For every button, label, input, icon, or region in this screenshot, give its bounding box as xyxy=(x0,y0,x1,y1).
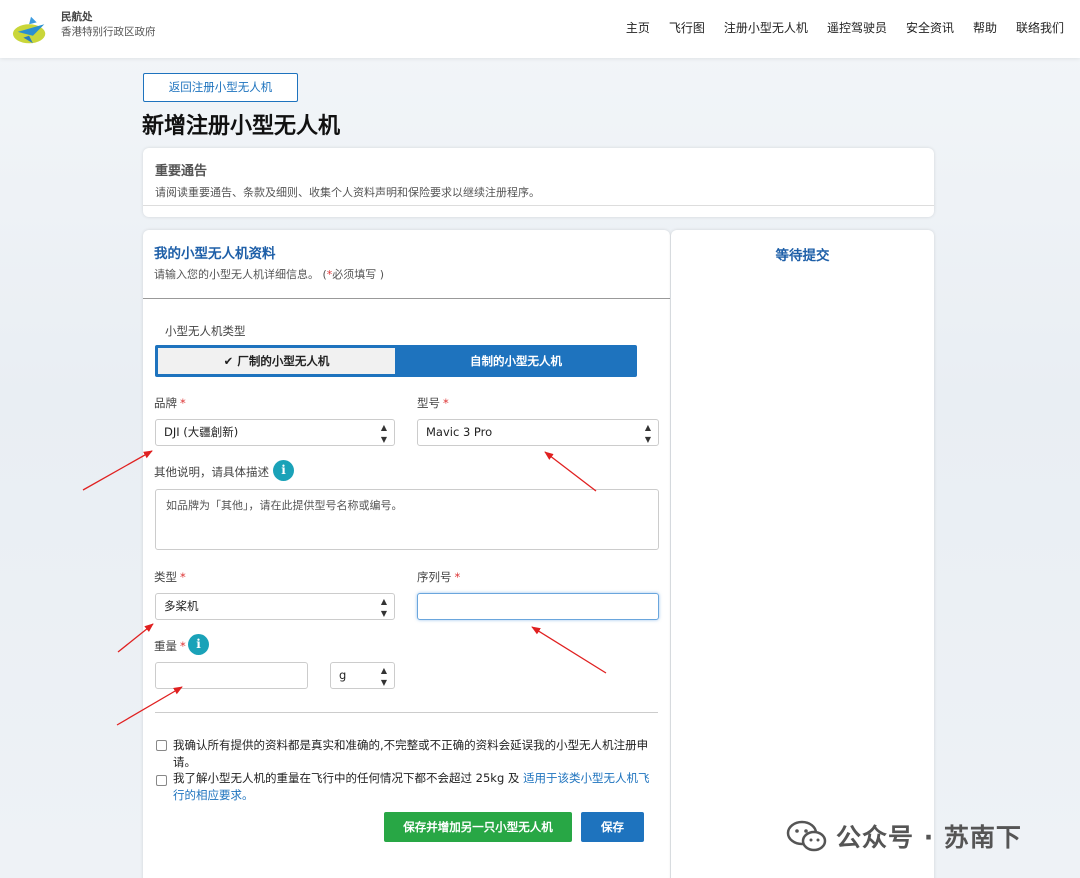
serial-number-label: 序列号 * xyxy=(417,569,460,585)
wechat-watermark: 公众号 · 苏南下 xyxy=(786,818,1022,854)
brand-label: 品牌 * xyxy=(154,395,186,411)
other-description-label: 其他说明，请具体描述 xyxy=(154,465,269,479)
toggle-manufactured[interactable]: ✔ 厂制的小型无人机 xyxy=(158,348,395,374)
required-star: * xyxy=(454,570,461,584)
nav-flight-map[interactable]: 飞行图 xyxy=(669,19,705,36)
weight-unit-select[interactable]: g ▲ ▼ xyxy=(330,662,395,689)
org-subtitle: 香港特别行政区政府 xyxy=(61,26,156,38)
category-label: 类型 * xyxy=(154,569,186,585)
model-label: 型号 * xyxy=(417,395,449,411)
weight-input[interactable] xyxy=(155,662,308,689)
nav-contact[interactable]: 联络我们 xyxy=(1016,19,1064,36)
brand-select[interactable]: DJI (大疆創新) ▲ ▼ xyxy=(155,419,395,446)
nav-safety-info[interactable]: 安全资讯 xyxy=(906,19,954,36)
page-title: 新增注册小型无人机 xyxy=(142,114,341,139)
brand-label-text: 品牌 xyxy=(154,396,177,410)
confirm-accuracy-checkbox[interactable] xyxy=(156,740,167,751)
category-label-text: 类型 xyxy=(154,570,177,584)
form-section-divider xyxy=(155,712,658,713)
org-name: 民航处 xyxy=(61,11,93,23)
required-star: * xyxy=(180,639,186,653)
form-subtitle-suffix: 必须填写 ) xyxy=(332,268,385,281)
sort-arrows-icon: ▲ ▼ xyxy=(380,666,387,687)
save-button[interactable]: 保存 xyxy=(581,812,644,842)
check-icon: ✔ xyxy=(223,354,234,368)
wechat-icon xyxy=(786,820,827,852)
main-nav: 主页 飞行图 注册小型无人机 遥控驾驶员 安全资讯 帮助 联络我们 xyxy=(626,19,1064,36)
form-subtitle-prefix: 请输入您的小型无人机详细信息。 ( xyxy=(154,268,327,281)
save-and-add-another-button[interactable]: 保存并增加另一只小型无人机 xyxy=(384,812,572,842)
sort-arrows-icon: ▲ ▼ xyxy=(380,597,387,618)
serial-number-input[interactable] xyxy=(417,593,659,620)
notice-text: 请阅读重要通告、条款及细则、收集个人资料声明和保险要求以继续注册程序。 xyxy=(155,186,540,199)
sort-arrows-icon: ▲ ▼ xyxy=(380,423,387,444)
nav-remote-pilot[interactable]: 遥控驾驶员 xyxy=(827,19,887,36)
nav-home[interactable]: 主页 xyxy=(626,19,650,36)
category-select[interactable]: 多桨机 ▲ ▼ xyxy=(155,593,395,620)
notice-divider xyxy=(143,205,934,206)
pending-submission-card: 等待提交 xyxy=(671,230,934,878)
nav-register-drone[interactable]: 注册小型无人机 xyxy=(724,19,808,36)
required-star: * xyxy=(180,396,186,410)
toggle-self-made[interactable]: 自制的小型无人机 xyxy=(395,345,637,377)
model-select-value: Mavic 3 Pro xyxy=(426,425,493,439)
cad-logo-icon[interactable] xyxy=(12,11,50,49)
sort-arrows-icon: ▲ ▼ xyxy=(644,423,651,444)
weight-label-text: 重量 xyxy=(154,639,177,653)
info-icon[interactable]: i xyxy=(188,634,209,655)
info-icon[interactable]: i xyxy=(273,460,294,481)
drone-type-label: 小型无人机类型 xyxy=(165,324,246,338)
form-title: 我的小型无人机资料 xyxy=(154,246,276,262)
confirm-weight-text: 我了解小型无人机的重量在飞行中的任何情况下都不会超过 25kg 及 适用于该类小… xyxy=(173,770,653,804)
weight-label: 重量 * xyxy=(154,638,186,654)
form-subtitle: 请输入您的小型无人机详细信息。 (*必须填写 ) xyxy=(154,266,384,282)
pending-submission-title: 等待提交 xyxy=(775,248,830,264)
important-notice-card: 重要通告 请阅读重要通告、条款及细则、收集个人资料声明和保险要求以继续注册程序。 xyxy=(143,148,934,217)
confirm-weight-text-prefix: 我了解小型无人机的重量在飞行中的任何情况下都不会超过 25kg 及 xyxy=(173,771,524,785)
model-select[interactable]: Mavic 3 Pro ▲ ▼ xyxy=(417,419,659,446)
watermark-text: 公众号 · 苏南下 xyxy=(836,823,1022,852)
notice-title: 重要通告 xyxy=(155,164,208,179)
serial-number-label-text: 序列号 xyxy=(417,570,452,584)
confirm-weight-checkbox[interactable] xyxy=(156,775,167,786)
brand-select-value: DJI (大疆創新) xyxy=(164,425,239,439)
weight-unit-value: g xyxy=(339,668,347,682)
annotation-arrow-brand xyxy=(82,450,153,491)
drone-info-form-card: 我的小型无人机资料 请输入您的小型无人机详细信息。 (*必须填写 ) 小型无人机… xyxy=(143,230,670,878)
required-star: * xyxy=(180,570,186,584)
nav-help[interactable]: 帮助 xyxy=(973,19,997,36)
form-header-divider xyxy=(143,298,670,299)
model-label-text: 型号 xyxy=(417,396,440,410)
confirm-accuracy-text: 我确认所有提供的资料都是真实和准确的,不完整或不正确的资料会延误我的小型无人机注… xyxy=(173,738,649,769)
required-star: * xyxy=(443,396,449,410)
category-select-value: 多桨机 xyxy=(164,599,199,613)
drone-type-toggle: ✔ 厂制的小型无人机 自制的小型无人机 xyxy=(155,345,637,377)
other-description-textarea[interactable]: 如品牌为「其他」，请在此提供型号名称或编号。 xyxy=(155,489,659,550)
toggle-manufactured-label: 厂制的小型无人机 xyxy=(237,354,330,368)
back-to-register-button[interactable]: 返回注册小型无人机 xyxy=(143,73,298,102)
top-header: 民航处 香港特别行政区政府 主页 飞行图 注册小型无人机 遥控驾驶员 安全资讯 … xyxy=(0,0,1080,58)
